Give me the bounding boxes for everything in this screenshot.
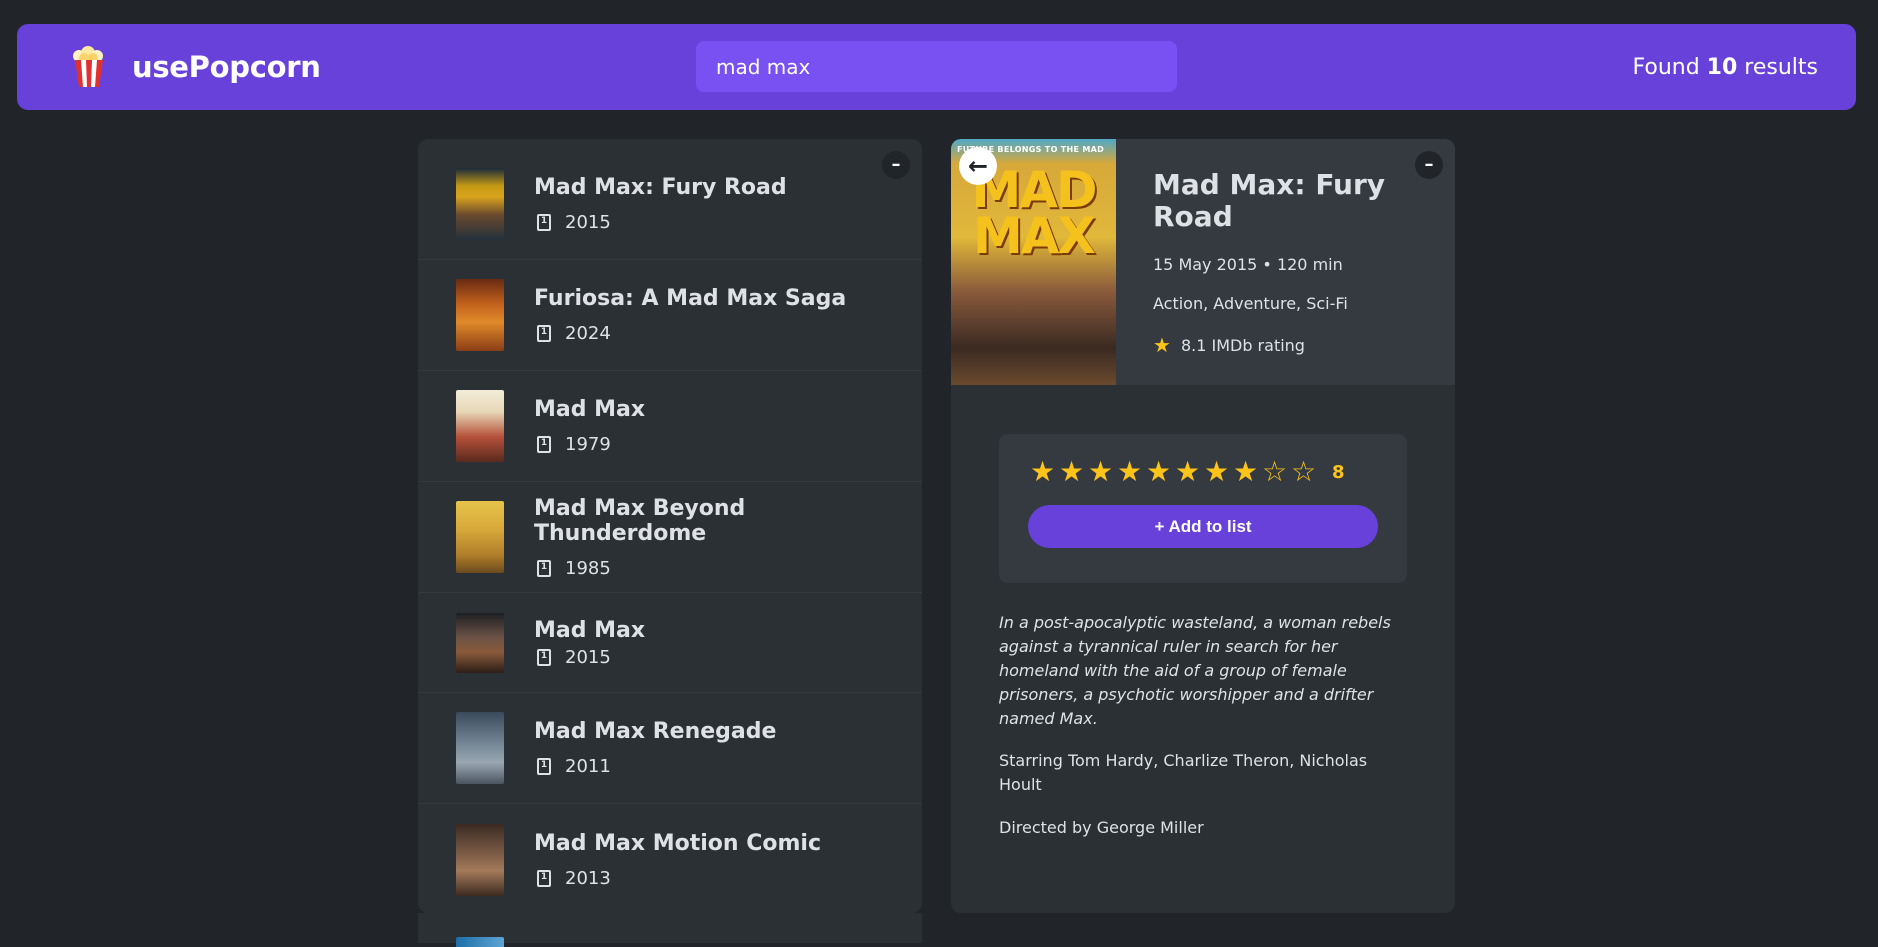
detail-title: Mad Max: Fury Road [1153, 168, 1386, 233]
collapse-details-button[interactable]: – [1415, 151, 1443, 179]
list-item[interactable]: Furiosa: A Mad Max Saga 1 2024 [418, 260, 922, 371]
logo-text: usePopcorn [132, 50, 321, 84]
movie-title: Furiosa: A Mad Max Saga [534, 286, 847, 311]
list-overflow [418, 913, 922, 947]
star-2-icon[interactable]: ★ [1057, 456, 1086, 488]
star-3-icon[interactable]: ★ [1086, 456, 1115, 488]
release-runtime: 15 May 2015 • 120 min [1153, 255, 1343, 274]
calendar-icon: 1 [537, 436, 551, 453]
movie-poster [456, 937, 504, 947]
movie-details-box: – ← FUTURE BELONGS TO THE MAD MAD MAX Ma… [951, 139, 1455, 913]
movie-title: Mad Max Motion Comic [534, 830, 821, 856]
list-item[interactable]: Mad Max: Fury Road 1 2015 [418, 149, 922, 260]
movie-poster [456, 390, 504, 462]
movie-poster [456, 501, 504, 573]
movie-title: Mad Max [534, 397, 646, 422]
popcorn-icon [66, 44, 112, 90]
movie-poster [456, 279, 504, 351]
rating-box: ★ ★ ★ ★ ★ ★ ★ ★ ☆ ☆ 8 + Add to list [999, 434, 1407, 583]
details-header: ← FUTURE BELONGS TO THE MAD MAD MAX Mad … [951, 139, 1455, 385]
plot: In a post-apocalyptic wasteland, a woman… [999, 613, 1391, 728]
movie-title: Mad Max Beyond Thunderdome [534, 495, 746, 546]
movie-poster [456, 823, 504, 896]
star-10-icon[interactable]: ☆ [1289, 456, 1318, 488]
movie-poster [456, 168, 504, 240]
movie-list-box: – Mad Max: Fury Road 1 2015 Furiosa: A M… [418, 139, 922, 913]
star-8-icon[interactable]: ★ [1231, 456, 1260, 488]
movie-title: Mad Max: Fury Road [534, 175, 787, 200]
results-number: 10 [1706, 54, 1738, 80]
starring: Starring Tom Hardy, Charlize Theron, Nic… [999, 751, 1368, 794]
search-input[interactable] [696, 41, 1177, 92]
calendar-icon: 1 [537, 869, 551, 887]
star-icon: ★ [1153, 333, 1171, 357]
list-item[interactable]: Mad Max Beyond Thunderdome 1 1985 [418, 482, 922, 593]
list-item[interactable]: Mad Max Motion Comic 1 2013 [418, 804, 922, 913]
star-4-icon[interactable]: ★ [1115, 456, 1144, 488]
movie-list: Mad Max: Fury Road 1 2015 Furiosa: A Mad… [418, 139, 922, 913]
results-suffix: results [1744, 54, 1818, 80]
list-item[interactable]: Mad Max Renegade 1 2011 [418, 693, 922, 804]
movie-year: 2015 [565, 646, 611, 668]
star-6-icon[interactable]: ★ [1173, 456, 1202, 488]
movie-year: 1985 [565, 557, 611, 579]
calendar-icon: 1 [537, 214, 551, 231]
movie-year: 2015 [565, 212, 611, 233]
star-9-icon[interactable]: ☆ [1260, 456, 1289, 488]
nav-bar: usePopcorn Found 10 results [17, 24, 1856, 110]
star-7-icon[interactable]: ★ [1202, 456, 1231, 488]
movie-poster [456, 712, 504, 784]
movie-year: 2013 [565, 867, 611, 889]
list-item[interactable]: Mad Max 1 2015 [418, 593, 922, 693]
calendar-icon: 1 [537, 559, 551, 577]
movie-poster [456, 612, 504, 673]
movie-year: 2024 [565, 323, 611, 344]
collapse-list-button[interactable]: – [882, 151, 910, 179]
add-to-list-button[interactable]: + Add to list [1028, 505, 1378, 548]
rating-value: 8 [1332, 461, 1345, 483]
movie-title: Mad Max Renegade [534, 719, 777, 744]
calendar-icon: 1 [537, 325, 551, 342]
star-rating: ★ ★ ★ ★ ★ ★ ★ ★ ☆ ☆ 8 [1028, 456, 1378, 488]
director: Directed by George Miller [999, 818, 1204, 837]
details-overview: Mad Max: Fury Road 15 May 2015 • 120 min… [1116, 139, 1455, 385]
list-item[interactable]: Mad Max 1 1979 [418, 371, 922, 482]
genre: Action, Adventure, Sci-Fi [1153, 294, 1348, 313]
results-prefix: Found [1632, 54, 1700, 80]
movie-year: 1979 [565, 434, 611, 455]
star-1-icon[interactable]: ★ [1028, 456, 1057, 488]
back-button[interactable]: ← [959, 147, 997, 185]
calendar-icon: 1 [537, 648, 551, 666]
star-5-icon[interactable]: ★ [1144, 456, 1173, 488]
calendar-icon: 1 [537, 758, 551, 775]
imdb-rating: ★ 8.1 IMDb rating [1153, 333, 1415, 357]
imdb-rating-text: 8.1 IMDb rating [1180, 335, 1305, 355]
logo: usePopcorn [66, 44, 321, 90]
details-section: In a post-apocalyptic wasteland, a woman… [999, 611, 1407, 840]
movie-year: 2011 [565, 756, 611, 777]
results-count: Found 10 results [1632, 24, 1818, 110]
movie-title: Mad Max [534, 617, 646, 643]
